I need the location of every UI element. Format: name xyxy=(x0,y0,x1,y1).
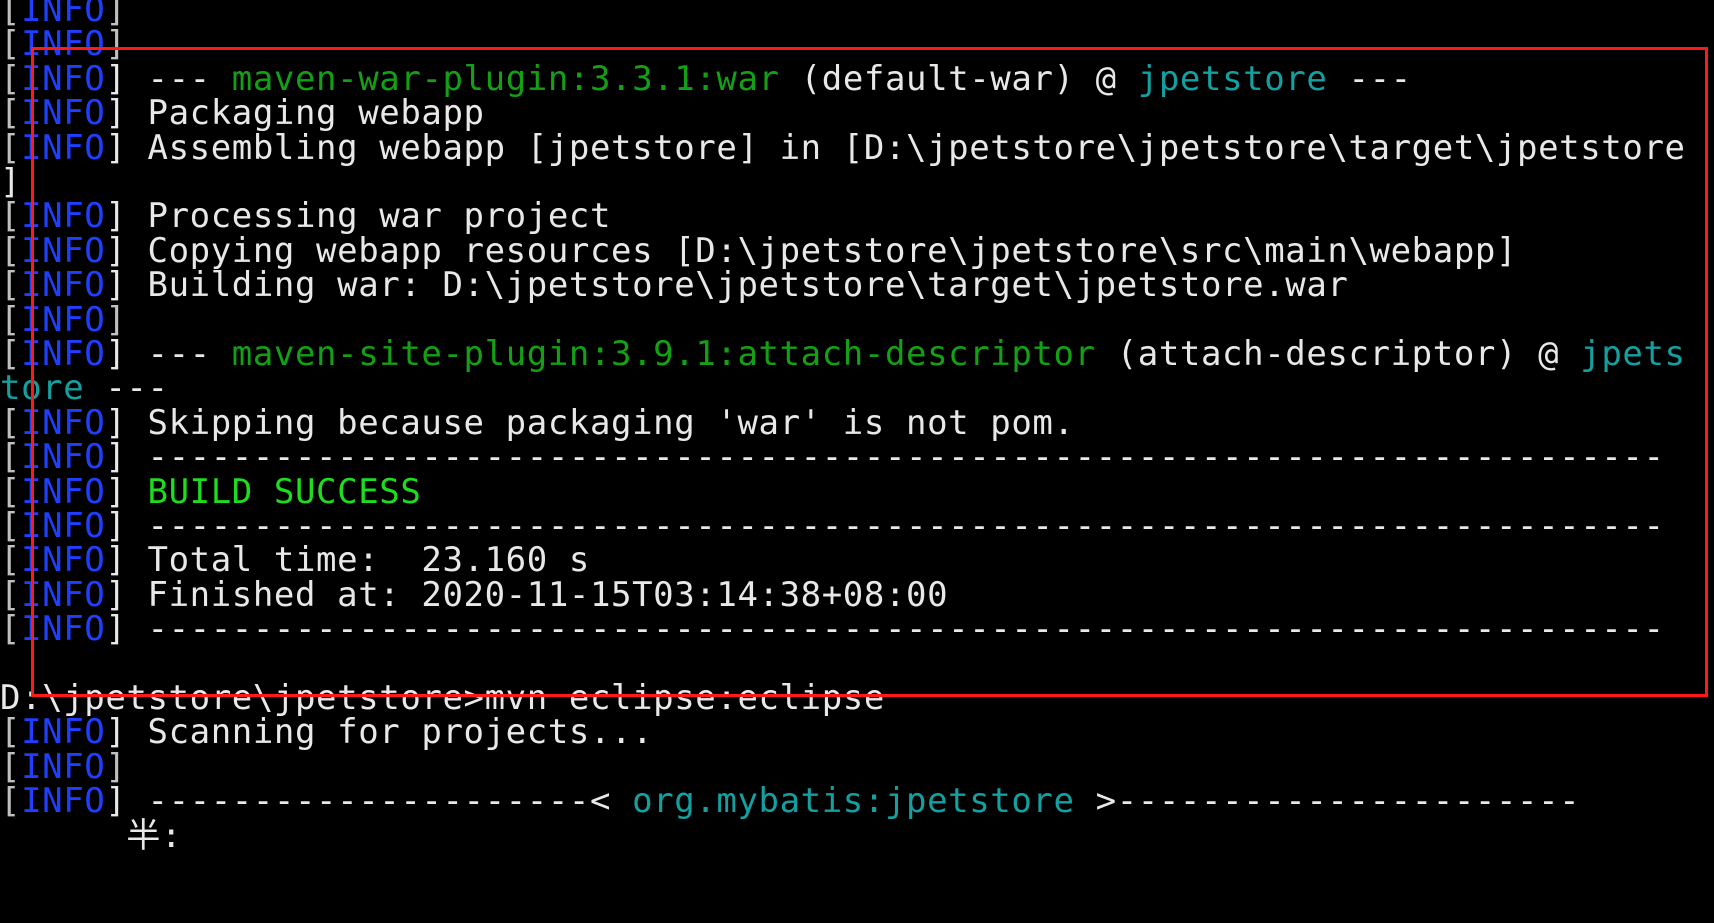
terminal-line: [INFO] --- maven-site-plugin:3.9.1:attac… xyxy=(0,336,1686,374)
terminal-text: >---------------------- xyxy=(1074,781,1581,822)
terminal-text: ] Assembling webapp [jpetstore] in [D:\j… xyxy=(105,127,1686,168)
terminal-line: [INFO] Building war: D:\jpetstore\jpetst… xyxy=(0,267,1348,305)
terminal-text: ] Building war: D:\jpetstore\jpetstore\t… xyxy=(105,265,1349,306)
terminal-line: [INFO] Assembling webapp [jpetstore] in … xyxy=(0,130,1686,168)
terminal-text: (default-war) @ xyxy=(779,58,1138,99)
terminal-text: jpets xyxy=(1580,334,1686,374)
terminal-line: 半: xyxy=(0,818,182,856)
terminal-window[interactable]: [INFO] [INFO] [INFO] --- maven-war-plugin:… xyxy=(0,0,1714,923)
terminal-text: ] ---------------------< xyxy=(105,781,633,822)
terminal-text: org.mybatis:jpetstore xyxy=(632,781,1075,822)
terminal-text: jpetstore xyxy=(1137,58,1328,99)
terminal-line: [INFO] ---------------------< org.mybati… xyxy=(0,783,1580,821)
terminal-text: 半: xyxy=(0,815,183,856)
terminal-text: ] Scanning for projects... xyxy=(105,712,654,753)
terminal-line: [INFO] ---------------------------------… xyxy=(0,611,1665,649)
log-level-tag: INFO xyxy=(21,127,106,168)
terminal-text: (attach-descriptor) @ xyxy=(1095,334,1581,374)
terminal-text: ] --------------------------------------… xyxy=(105,609,1665,650)
terminal-text: [ xyxy=(0,609,22,650)
terminal-text: maven-site-plugin:3.9.1:attach-descripto… xyxy=(231,334,1096,374)
terminal-text: --- xyxy=(1327,58,1412,99)
log-level-tag: INFO xyxy=(21,609,106,650)
